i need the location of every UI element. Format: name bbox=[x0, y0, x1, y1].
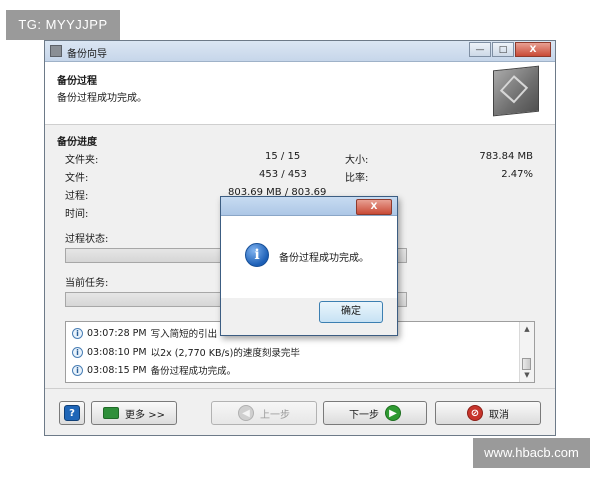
log-scrollbar[interactable]: ▲ ▼ bbox=[519, 322, 534, 382]
minimize-button[interactable]: — bbox=[469, 42, 491, 57]
info-icon: i bbox=[72, 364, 83, 376]
files-value: 453 / 453 bbox=[259, 169, 307, 180]
current-task-label: 当前任务: bbox=[65, 278, 109, 289]
dialog-title-bar[interactable]: X bbox=[221, 197, 397, 216]
more-icon bbox=[103, 407, 120, 419]
scroll-up-icon[interactable]: ▲ bbox=[521, 323, 533, 335]
scroll-down-icon[interactable]: ▼ bbox=[521, 369, 533, 381]
size-value: 783.84 MB bbox=[479, 151, 533, 162]
log-time: 03:08:15 PM bbox=[87, 364, 147, 376]
log-text: 以2x (2,770 KB/s)的速度刻录完毕 bbox=[150, 348, 300, 359]
files-label: 文件: bbox=[65, 173, 89, 184]
back-label: 上一步 bbox=[260, 409, 290, 421]
back-arrow-icon: ◀ bbox=[238, 405, 254, 421]
help-icon: ? bbox=[64, 405, 80, 421]
log-time: 03:08:10 PM bbox=[87, 346, 147, 358]
window-title: 备份向导 bbox=[67, 49, 107, 60]
watermark-top: TG: MYYJJPP bbox=[6, 10, 120, 40]
watermark-bottom: www.hbacb.com bbox=[473, 438, 590, 468]
log-item: i 03:08:15 PM 备份过程成功完成。 bbox=[72, 363, 236, 377]
ratio-value: 2.47% bbox=[501, 169, 533, 180]
process-label: 过程: bbox=[65, 191, 89, 202]
next-arrow-icon: ▶ bbox=[385, 405, 401, 421]
info-icon: i bbox=[72, 327, 83, 339]
folders-label: 文件夹: bbox=[65, 155, 99, 166]
ratio-label: 比率: bbox=[345, 173, 369, 184]
process-status-label: 过程状态: bbox=[65, 234, 109, 245]
ok-button[interactable]: 确定 bbox=[319, 301, 383, 323]
progress-section-title: 备份进度 bbox=[57, 137, 97, 148]
folders-value: 15 / 15 bbox=[265, 151, 301, 162]
help-button[interactable]: ? bbox=[59, 401, 85, 425]
more-button[interactable]: 更多 >> bbox=[91, 401, 177, 425]
wizard-header: 备份过程 备份过程成功完成。 bbox=[45, 62, 555, 125]
more-label: 更多 >> bbox=[125, 409, 165, 421]
window-controls: — □ X bbox=[469, 42, 551, 57]
info-icon: i bbox=[245, 243, 269, 267]
cancel-button[interactable]: ⊘ 取消 bbox=[435, 401, 541, 425]
dialog-body: i 备份过程成功完成。 bbox=[221, 216, 397, 298]
back-button[interactable]: ◀ 上一步 bbox=[211, 401, 317, 425]
dialog-message: 备份过程成功完成。 bbox=[279, 253, 369, 264]
log-item: i 03:08:10 PM 以2x (2,770 KB/s)的速度刻录完毕 bbox=[72, 345, 300, 359]
size-label: 大小: bbox=[345, 155, 369, 166]
completion-dialog: X i 备份过程成功完成。 确定 bbox=[220, 196, 398, 336]
header-title: 备份过程 bbox=[57, 76, 97, 87]
header-subtitle: 备份过程成功完成。 bbox=[57, 93, 147, 104]
dialog-close-button[interactable]: X bbox=[356, 199, 392, 215]
next-label: 下一步 bbox=[349, 409, 379, 421]
cancel-icon: ⊘ bbox=[467, 405, 483, 421]
title-bar[interactable]: 备份向导 — □ X bbox=[45, 41, 555, 62]
log-text: 写入简短的引出 bbox=[150, 329, 218, 340]
info-icon: i bbox=[72, 346, 83, 358]
wizard-footer: ? 更多 >> ◀ 上一步 下一步 ▶ ⊘ 取消 bbox=[45, 388, 555, 435]
cancel-label: 取消 bbox=[489, 409, 509, 421]
app-icon bbox=[50, 45, 62, 57]
time-label: 时间: bbox=[65, 209, 89, 220]
maximize-button[interactable]: □ bbox=[492, 42, 514, 57]
next-button[interactable]: 下一步 ▶ bbox=[323, 401, 427, 425]
log-text: 备份过程成功完成。 bbox=[150, 366, 237, 377]
log-time: 03:07:28 PM bbox=[87, 327, 147, 339]
close-button[interactable]: X bbox=[515, 42, 551, 57]
log-item: i 03:07:28 PM 写入简短的引出 bbox=[72, 326, 217, 340]
backup-logo-icon bbox=[493, 65, 539, 117]
